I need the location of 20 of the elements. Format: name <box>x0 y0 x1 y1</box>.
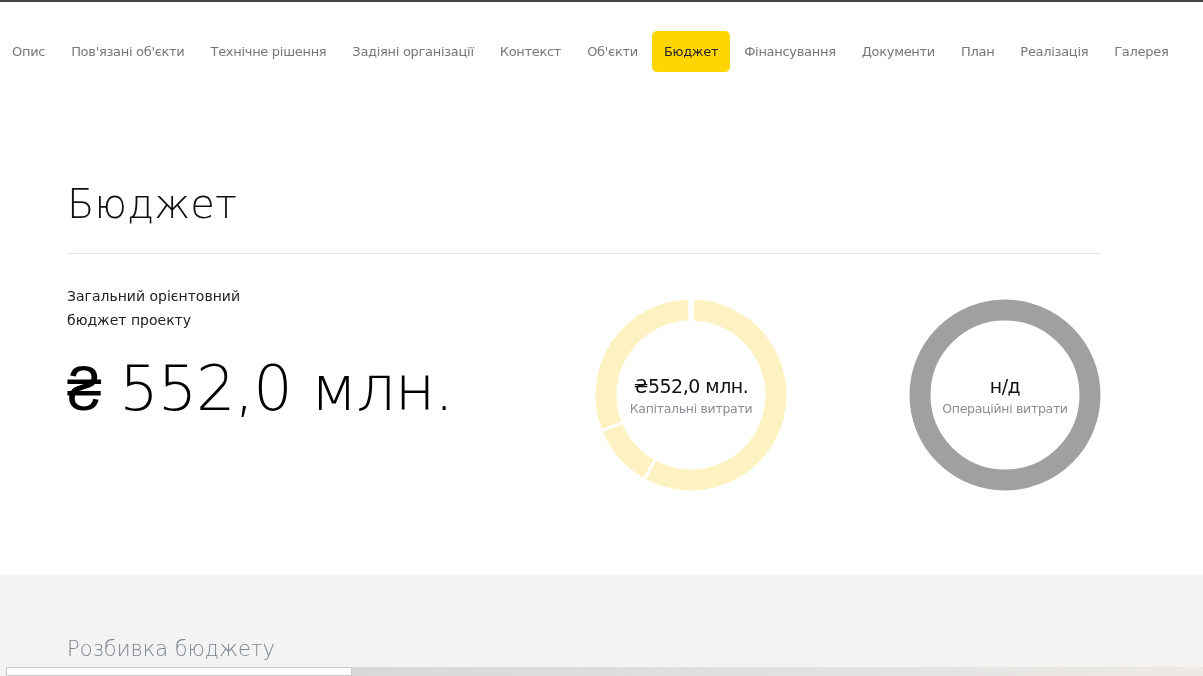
total-budget-value: ₴ 552,0 млн. <box>67 352 455 425</box>
nav-tab[interactable]: Документи <box>849 30 947 72</box>
donut-label: Капітальні витрати <box>629 400 753 416</box>
nav-tab[interactable]: Об'єкти <box>575 30 650 72</box>
nav-tab[interactable]: Контекст <box>487 30 574 72</box>
nav-tab[interactable]: План <box>949 30 1007 72</box>
nav-tab[interactable]: Технічне рішення <box>198 30 339 72</box>
nav-tab[interactable]: Задіяні організації <box>340 30 486 72</box>
total-budget-label: Загальний орієнтовний бюджет проекту <box>67 287 241 330</box>
nav-tab[interactable]: Реалізація <box>1008 30 1101 72</box>
nav-tab[interactable]: Галерея <box>1102 30 1181 72</box>
nav-tab[interactable]: Пов'язані об'єкти <box>59 30 197 72</box>
breakdown-title: Розбивка бюджету <box>67 637 276 663</box>
nav-tab[interactable]: Фінансування <box>732 30 848 72</box>
section-title: Бюджет <box>67 180 238 229</box>
donut-label: Операційні витрати <box>942 400 1068 416</box>
donut-value: ₴552,0 млн. <box>633 374 749 397</box>
nav-tab[interactable]: Бюджет <box>651 30 731 72</box>
donut-value: н/д <box>989 374 1021 397</box>
nav-tab[interactable]: Опис <box>0 30 58 72</box>
